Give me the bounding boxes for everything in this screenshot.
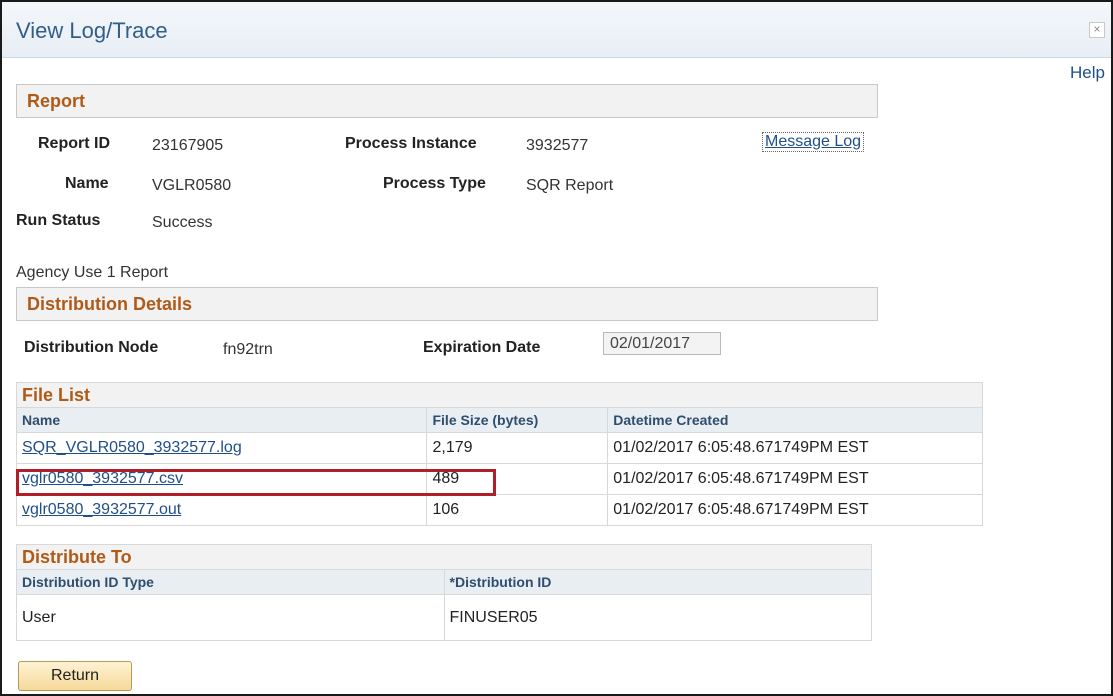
col-datetime-header: Datetime Created: [607, 407, 983, 433]
file-size: 2,179: [426, 432, 609, 464]
col-name-header: Name: [15, 407, 428, 433]
distribution-row: User FINUSER05: [16, 594, 873, 641]
file-name-link[interactable]: vglr0580_3932577.csv: [15, 463, 428, 495]
file-datetime: 01/02/2017 6:05:48.671749PM EST: [607, 463, 983, 495]
process-instance-label: Process Instance: [345, 135, 477, 152]
expiration-date-label: Expiration Date: [423, 339, 541, 356]
distribute-to-header: Distribute To: [16, 544, 872, 570]
file-datetime: 01/02/2017 6:05:48.671749PM EST: [607, 494, 983, 526]
file-row: SQR_VGLR0580_3932577.log 2,179 01/02/201…: [15, 432, 983, 464]
message-log-link[interactable]: Message Log: [762, 132, 865, 152]
distribution-node-label: Distribution Node: [24, 339, 159, 356]
file-datetime: 01/02/2017 6:05:48.671749PM EST: [607, 432, 983, 464]
report-id-value: 23167905: [152, 137, 224, 154]
run-status-value: Success: [152, 214, 213, 231]
expiration-date-field: 02/01/2017: [603, 332, 721, 355]
file-list-table: File List Name File Size (bytes) Datetim…: [15, 382, 983, 526]
title-bar: View Log/Trace ×: [2, 2, 1111, 58]
name-label: Name: [65, 175, 109, 192]
file-list-header: File List: [16, 382, 983, 408]
col-distribution-id-type-header: Distribution ID Type: [16, 569, 445, 595]
report-section-header: Report: [16, 84, 878, 118]
run-status-label: Run Status: [16, 212, 101, 229]
process-instance-value: 3932577: [526, 137, 589, 154]
file-name-link[interactable]: vglr0580_3932577.out: [15, 494, 428, 526]
file-name-link[interactable]: SQR_VGLR0580_3932577.log: [15, 432, 428, 464]
col-size-header: File Size (bytes): [426, 407, 609, 433]
distribution-node-value: fn92trn: [223, 341, 273, 358]
name-value: VGLR0580: [152, 177, 232, 194]
process-type-value: SQR Report: [526, 177, 614, 194]
dialog-title: View Log/Trace: [16, 18, 168, 43]
file-size: 106: [426, 494, 609, 526]
close-icon[interactable]: ×: [1089, 22, 1105, 38]
distribution-id: FINUSER05: [443, 594, 873, 641]
return-button[interactable]: Return: [18, 661, 132, 691]
distribution-details-header: Distribution Details: [16, 287, 878, 321]
help-link[interactable]: Help: [1070, 63, 1105, 83]
file-row: vglr0580_3932577.csv 489 01/02/2017 6:05…: [15, 463, 983, 495]
distribution-id-type: User: [16, 594, 445, 641]
dialog-window: View Log/Trace × Help Report Report ID 2…: [0, 0, 1113, 696]
process-type-label: Process Type: [383, 175, 486, 192]
col-distribution-id-header: *Distribution ID: [443, 569, 873, 595]
report-description: Agency Use 1 Report: [16, 264, 169, 281]
distribute-to-table: Distribute To Distribution ID Type *Dist…: [16, 544, 873, 641]
file-size: 489: [426, 463, 609, 495]
file-row: vglr0580_3932577.out 106 01/02/2017 6:05…: [15, 494, 983, 526]
report-id-label: Report ID: [38, 135, 110, 152]
